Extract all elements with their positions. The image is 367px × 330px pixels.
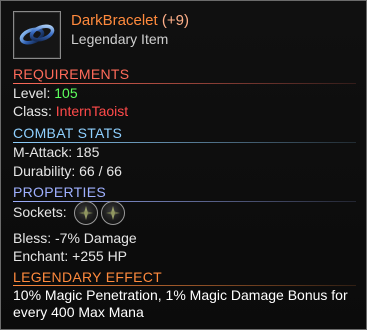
empty-socket-icon[interactable] bbox=[101, 201, 125, 225]
legendary-effect-divider bbox=[13, 285, 356, 286]
combat-stats-divider bbox=[13, 142, 356, 143]
requirement-level: Level: 105 bbox=[13, 85, 78, 101]
class-value: InternTaoist bbox=[55, 103, 129, 119]
item-tooltip: DarkBracelet (+9) Legendary Item REQUIRE… bbox=[0, 0, 367, 330]
item-rarity: Legendary Item bbox=[71, 31, 169, 47]
legendary-effect-title: LEGENDARY EFFECT bbox=[13, 269, 162, 285]
bracelet-icon bbox=[13, 11, 61, 59]
property-bless: Bless: -7% Damage bbox=[13, 230, 137, 246]
item-name: DarkBracelet (+9) bbox=[71, 12, 189, 29]
class-label: Class: bbox=[13, 103, 52, 119]
legendary-effect-text: 10% Magic Penetration, 1% Magic Damage B… bbox=[13, 287, 348, 320]
tooltip-header: DarkBracelet (+9) Legendary Item bbox=[11, 9, 361, 61]
property-enchant: Enchant: +255 HP bbox=[13, 248, 128, 264]
stat-m-attack: M-Attack: 185 bbox=[13, 144, 100, 160]
requirements-title: REQUIREMENTS bbox=[13, 66, 130, 82]
combat-stats-title: COMBAT STATS bbox=[13, 125, 123, 141]
requirements-divider bbox=[13, 83, 356, 84]
level-value: 105 bbox=[54, 85, 78, 101]
properties-divider bbox=[13, 201, 356, 202]
sockets-label: Sockets: bbox=[13, 204, 67, 220]
stat-durability: Durability: 66 / 66 bbox=[13, 163, 122, 179]
properties-title: PROPERTIES bbox=[13, 184, 106, 200]
level-label: Level: bbox=[13, 85, 51, 101]
empty-socket-icon[interactable] bbox=[74, 201, 98, 225]
requirement-class: Class: InternTaoist bbox=[13, 103, 128, 119]
item-enhance-level: (+9) bbox=[161, 12, 189, 29]
item-name-text: DarkBracelet bbox=[71, 12, 158, 29]
